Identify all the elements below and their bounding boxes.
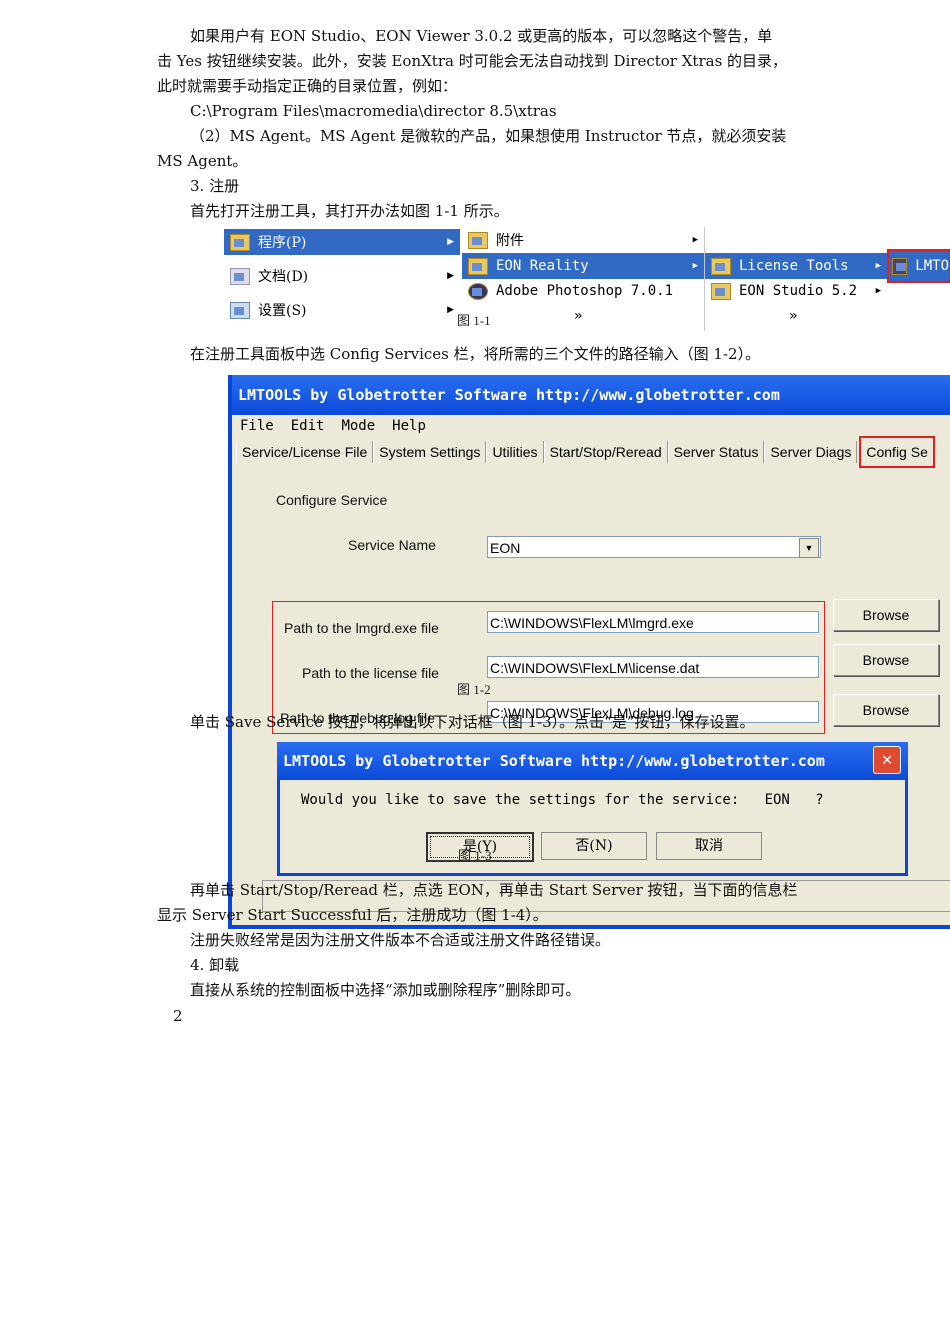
paragraph: 在注册工具面板中选 Config Services 栏，将所需的三个文件的路径输… xyxy=(190,345,761,363)
menu-mode[interactable]: Mode xyxy=(341,418,375,434)
menu-label: 文档(D) xyxy=(258,269,309,285)
window-title: LMTOOLS by Globetrotter Software http://… xyxy=(232,375,950,415)
arrow-right-icon: ▶ xyxy=(447,271,454,281)
tab-config-services[interactable]: Config Se xyxy=(859,436,935,468)
folder-icon xyxy=(468,231,488,249)
page-number: 2 xyxy=(173,1007,183,1025)
paragraph: 首先打开注册工具，其打开办法如图 1-1 所示。 xyxy=(190,202,509,220)
document-icon xyxy=(230,267,250,285)
arrow-right-icon: ▶ xyxy=(447,237,454,247)
tab-utilities[interactable]: Utilities xyxy=(486,441,544,463)
menu-label: 设置(S) xyxy=(258,303,307,319)
menu-file[interactable]: File xyxy=(240,418,274,434)
figure-caption: 图 1-3 xyxy=(458,848,492,863)
settings-icon xyxy=(230,301,250,319)
browse-license-button[interactable]: Browse xyxy=(833,644,939,676)
menu-item-documents[interactable]: 文档(D) ▶ xyxy=(224,263,460,289)
menu-item-programs[interactable]: 程序(P) ▶ xyxy=(224,229,460,255)
menu-label: License Tools xyxy=(739,258,849,274)
service-name-label: Service Name xyxy=(348,537,436,553)
menu-item-lmtools[interactable]: LMTO xyxy=(887,249,950,283)
menu-item-settings[interactable]: 设置(S) ▶ xyxy=(224,297,460,323)
browse-lmgrd-button[interactable]: Browse xyxy=(833,599,939,631)
browse-debug-button[interactable]: Browse xyxy=(833,694,939,726)
arrow-right-icon: ▶ xyxy=(692,261,698,271)
menu-item-license-tools[interactable]: License Tools ▶ xyxy=(705,253,887,279)
folder-icon xyxy=(230,233,250,251)
arrow-right-icon: ▶ xyxy=(875,286,881,296)
menu-label: EON Studio 5.2 xyxy=(739,283,858,299)
menu-label: Adobe Photoshop 7.0.1 xyxy=(496,283,674,299)
tab-system-settings[interactable]: System Settings xyxy=(373,441,487,463)
photoshop-icon xyxy=(468,282,488,300)
select-value: EON xyxy=(490,540,521,556)
menu-help[interactable]: Help xyxy=(392,418,426,434)
paragraph: 击 Yes 按钮继续安装。此外，安装 EonXtra 时可能会无法自动找到 Di… xyxy=(157,52,788,70)
path-example: C:\Program Files\macromedia\director 8.5… xyxy=(190,102,557,120)
paragraph: （2）MS Agent。MS Agent 是微软的产品，如果想使用 Instru… xyxy=(190,127,787,145)
no-button[interactable]: 否(N) xyxy=(541,832,647,860)
menu-edit[interactable]: Edit xyxy=(291,418,325,434)
arrow-right-icon: ▶ xyxy=(875,261,881,271)
cancel-button[interactable]: 取消 xyxy=(656,832,762,860)
paragraph: 单击 Save Service 按钮，将弹出以下对话框（图 1-3）。点击“是”… xyxy=(190,713,755,731)
menu-item-photoshop[interactable]: Adobe Photoshop 7.0.1 xyxy=(462,278,704,304)
lmtools-icon xyxy=(892,257,908,275)
save-confirm-dialog: LMTOOLS by Globetrotter Software http://… xyxy=(277,742,908,876)
section-label: Configure Service xyxy=(276,492,388,508)
expand-more-icon[interactable]: » xyxy=(789,303,797,329)
tab-start-stop[interactable]: Start/Stop/Reread xyxy=(543,441,668,463)
menu-bar: File Edit Mode Help xyxy=(232,415,950,437)
dialog-title-text: LMTOOLS by Globetrotter Software http://… xyxy=(283,752,825,770)
menu-label: LMTO xyxy=(915,258,949,274)
close-icon[interactable]: ✕ xyxy=(873,746,901,774)
dialog-title: LMTOOLS by Globetrotter Software http://… xyxy=(277,742,908,780)
heading: 3. 注册 xyxy=(190,177,240,195)
arrow-right-icon: ▶ xyxy=(447,305,454,315)
tab-bar: Service/License File System Settings Uti… xyxy=(232,436,950,468)
paragraph: 显示 Server Start Successful 后，注册成功（图 1-4）… xyxy=(157,906,548,924)
paragraph: 注册失败经常是因为注册文件版本不合适或注册文件路径错误。 xyxy=(190,931,611,949)
menu-label: 程序(P) xyxy=(258,235,307,251)
paragraph: 此时就需要手动指定正确的目录位置，例如： xyxy=(157,77,458,95)
menu-item-eon-studio[interactable]: EON Studio 5.2 ▶ xyxy=(705,278,887,304)
figure-caption: 图 1-1 xyxy=(457,313,491,328)
tab-server-diags[interactable]: Server Diags xyxy=(764,441,858,463)
lmgrd-path-input[interactable]: C:\WINDOWS\FlexLM\lmgrd.exe xyxy=(487,611,819,633)
menu-item-accessories[interactable]: 附件 ▶ xyxy=(462,227,704,253)
arrow-right-icon: ▶ xyxy=(692,235,698,245)
paragraph: MS Agent。 xyxy=(157,152,248,170)
folder-icon xyxy=(711,282,731,300)
menu-label: 附件 xyxy=(496,233,524,249)
start-menu-screenshot: 程序(P) ▶ 文档(D) ▶ 设置(S) ▶ 附件 ▶ EON Reality ▶ Ad… xyxy=(224,227,950,331)
paragraph: 再单击 Start/Stop/Reread 栏，点选 EON，再单击 Start… xyxy=(190,881,798,899)
folder-icon xyxy=(468,257,488,275)
folder-icon xyxy=(711,257,731,275)
paragraph: 直接从系统的控制面板中选择“添加或删除程序”删除即可。 xyxy=(190,981,581,999)
license-path-input[interactable]: C:\WINDOWS\FlexLM\license.dat xyxy=(487,656,819,678)
lmgrd-label: Path to the lmgrd.exe file xyxy=(284,620,439,636)
tab-service-license[interactable]: Service/License File xyxy=(236,441,374,463)
dialog-message: Would you like to save the settings for … xyxy=(301,792,824,808)
menu-item-eon-reality[interactable]: EON Reality ▶ xyxy=(462,253,704,279)
expand-more-icon[interactable]: » xyxy=(574,303,582,329)
menu-label: EON Reality xyxy=(496,258,589,274)
chevron-down-icon[interactable]: ▼ xyxy=(799,538,819,558)
paragraph: 如果用户有 EON Studio、EON Viewer 3.0.2 或更高的版本… xyxy=(190,27,773,45)
heading: 4. 卸载 xyxy=(190,956,240,974)
figure-caption: 图 1-2 xyxy=(457,682,491,697)
tab-server-status[interactable]: Server Status xyxy=(667,441,765,463)
license-label: Path to the license file xyxy=(302,665,439,681)
service-name-select[interactable]: EON ▼ xyxy=(487,536,821,558)
